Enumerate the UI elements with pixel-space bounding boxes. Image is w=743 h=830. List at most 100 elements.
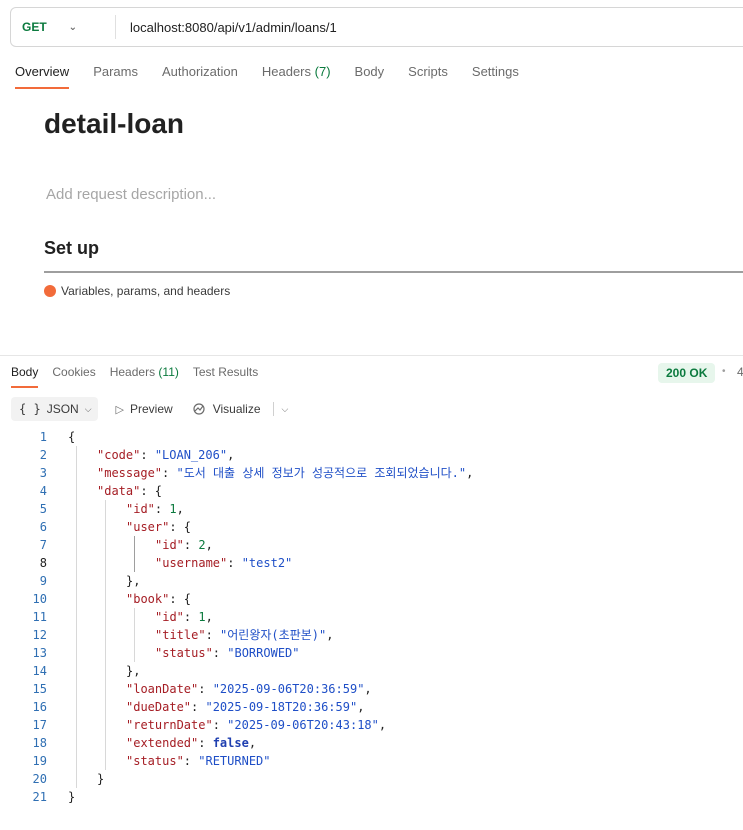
- tab-authorization[interactable]: Authorization: [162, 64, 238, 89]
- json-value: "LOAN_206": [154, 448, 228, 462]
- line-number: 7: [39, 538, 47, 552]
- line-number: 15: [32, 682, 47, 696]
- json-punct: ,: [378, 718, 387, 732]
- json-punct: ,: [176, 502, 184, 516]
- line-number: 14: [32, 664, 47, 678]
- json-punct: },: [126, 664, 141, 678]
- code-text: "title": "어린왕자(초판본)",: [155, 628, 334, 642]
- response-toolbar: { } JSON ⌵ ▷ Preview Visualize ⌵: [11, 397, 288, 421]
- chevron-down-icon[interactable]: ⌵: [282, 404, 289, 415]
- json-value: "2025-09-06T20:43:18": [227, 718, 379, 732]
- tab-label: Overview: [15, 64, 70, 79]
- code-text: "extended": false,: [126, 736, 257, 750]
- format-select[interactable]: { } JSON ⌵: [11, 397, 98, 421]
- response-tab-body[interactable]: Body: [11, 365, 39, 388]
- tab-body[interactable]: Body: [355, 64, 385, 89]
- line-number: 10: [32, 592, 47, 606]
- json-punct: : {: [169, 592, 192, 606]
- json-value: "2025-09-06T20:36:59": [212, 682, 365, 696]
- tab-label: Authorization: [161, 64, 238, 79]
- setup-heading: Set up: [44, 238, 100, 258]
- json-punct: ,: [364, 682, 372, 696]
- method-select[interactable]: GET ⌄: [11, 20, 91, 34]
- code-text: "message": "도서 대출 상세 정보가 성공적으로 조회되었습니다."…: [97, 466, 474, 480]
- json-key: "extended": [126, 736, 199, 750]
- tab-overview[interactable]: Overview: [15, 64, 70, 89]
- json-value: "test2": [241, 556, 293, 570]
- tab-label: Settings: [471, 64, 519, 79]
- request-tabs: Overview Params Authorization Headers (7…: [15, 64, 543, 89]
- line-number: 16: [32, 700, 47, 714]
- tab-headers[interactable]: Headers (7): [262, 64, 331, 89]
- code-text: "book": {: [126, 590, 191, 608]
- line-number: 11: [32, 610, 47, 624]
- json-value: "어린왕자(초판본)": [220, 628, 327, 642]
- tab-label: Body: [11, 365, 39, 379]
- code-text: "loanDate": "2025-09-06T20:36:59",: [126, 682, 372, 696]
- status-badge[interactable]: 200 OK: [658, 363, 716, 383]
- preview-button[interactable]: ▷ Preview: [116, 402, 173, 416]
- json-value: 1: [198, 610, 206, 624]
- visualize-icon: [191, 402, 207, 416]
- tab-settings[interactable]: Settings: [472, 64, 519, 89]
- indent-guide: [76, 446, 77, 788]
- json-value: 1: [169, 502, 177, 516]
- code-text: }: [97, 770, 104, 788]
- code-text: "status": "RETURNED": [126, 754, 271, 768]
- response-time-truncated[interactable]: 4: [737, 365, 743, 379]
- tab-params[interactable]: Params: [93, 64, 138, 89]
- code-text: },: [126, 662, 140, 680]
- method-label: GET: [22, 20, 47, 34]
- line-number: 3: [39, 466, 47, 480]
- visualize-label: Visualize: [212, 402, 261, 416]
- code-text: "id": 1,: [155, 610, 213, 624]
- line-number: 9: [39, 574, 47, 588]
- indent-guide: [134, 536, 135, 572]
- json-key: "title": [155, 628, 206, 642]
- json-key: "dueDate": [126, 700, 192, 714]
- line-number: 18: [32, 736, 47, 750]
- setup-variables-item[interactable]: Variables, params, and headers: [44, 284, 230, 298]
- line-number: 17: [32, 718, 47, 732]
- status-dot-icon: [44, 285, 56, 297]
- json-punct: ,: [205, 610, 213, 624]
- json-punct: },: [126, 574, 141, 588]
- visualize-button[interactable]: Visualize: [191, 402, 261, 416]
- chevron-down-icon: ⌵: [84, 403, 92, 414]
- setup-divider: [44, 271, 743, 273]
- url-bar: GET ⌄: [10, 7, 743, 47]
- url-input[interactable]: [130, 19, 650, 35]
- response-tab-test-results[interactable]: Test Results: [193, 365, 258, 388]
- json-key: "id": [155, 538, 184, 552]
- json-punct: }: [68, 790, 76, 804]
- page-title[interactable]: detail-loan: [44, 108, 184, 140]
- json-punct: ,: [227, 448, 235, 462]
- preview-label: Preview: [130, 402, 173, 416]
- code-text: "id": 2,: [155, 538, 213, 552]
- json-value: 2: [198, 538, 206, 552]
- json-key: "username": [155, 556, 228, 570]
- json-punct: {: [68, 430, 76, 444]
- meta-separator-icon: •: [722, 366, 726, 377]
- json-key: "status": [126, 754, 184, 768]
- response-tab-headers[interactable]: Headers (11): [110, 365, 179, 388]
- json-key: "code": [97, 448, 141, 462]
- tab-scripts[interactable]: Scripts: [408, 64, 448, 89]
- json-punct: : {: [169, 520, 192, 534]
- json-punct: ,: [205, 538, 213, 552]
- description-input[interactable]: Add request description...: [46, 186, 216, 203]
- response-tab-cookies[interactable]: Cookies: [52, 365, 95, 388]
- code-text: "code": "LOAN_206",: [97, 448, 235, 462]
- tab-label: Test Results: [192, 365, 259, 379]
- json-key: "message": [97, 466, 163, 480]
- code-text: "id": 1,: [126, 502, 184, 516]
- code-text: "status": "BORROWED": [155, 646, 300, 660]
- json-key: "book": [126, 592, 170, 606]
- json-key: "loanDate": [126, 682, 199, 696]
- tab-label: Body: [354, 64, 385, 79]
- code-text: "returnDate": "2025-09-06T20:43:18",: [126, 718, 387, 732]
- json-punct: }: [97, 772, 105, 786]
- pane-divider[interactable]: [0, 355, 743, 356]
- url-divider: [115, 15, 116, 39]
- json-punct: ,: [357, 700, 365, 714]
